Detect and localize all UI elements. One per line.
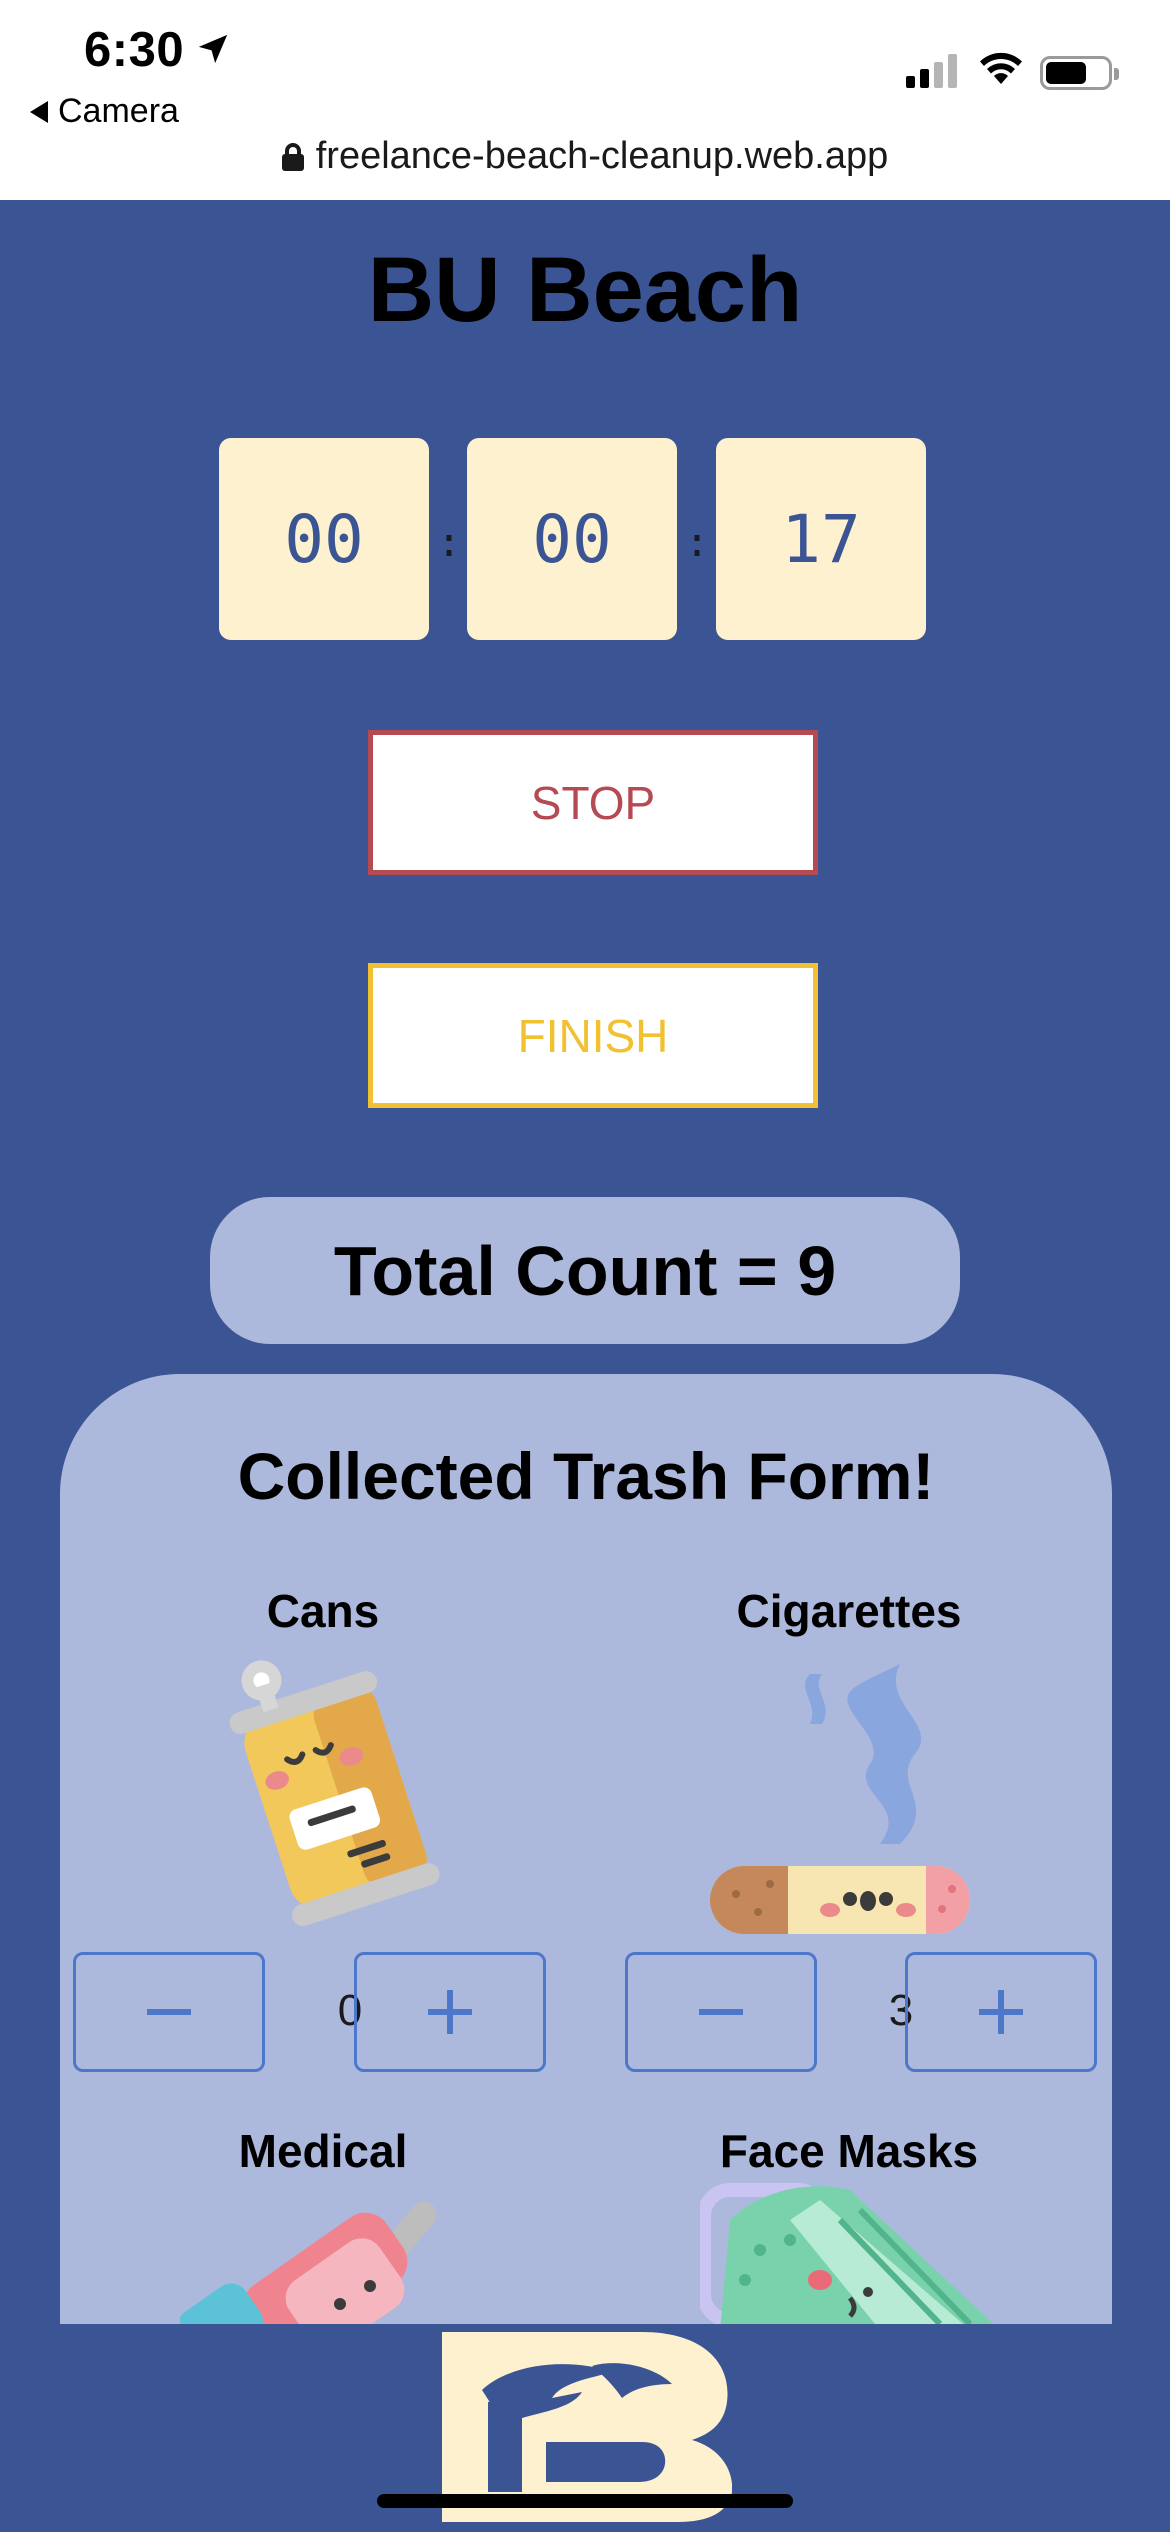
back-app-label: Camera — [58, 92, 179, 130]
cigarettes-increment-button[interactable] — [905, 1952, 1097, 2072]
medical-illustration — [180, 2201, 437, 2324]
back-triangle-icon — [30, 100, 48, 123]
form-title: Collected Trash Form! — [237, 1439, 935, 1513]
home-indicator[interactable] — [377, 2494, 793, 2508]
url-text: freelance-beach-cleanup.web.app — [315, 135, 889, 177]
timer-seconds: 17 — [716, 438, 926, 640]
back-to-app-button[interactable]: Camera — [30, 92, 179, 131]
cigarette-illustration — [710, 1664, 970, 1934]
finish-button[interactable]: FINISH — [368, 963, 818, 1108]
plus-icon — [979, 1990, 1023, 2034]
item-label-medical: Medical — [238, 2125, 408, 2177]
page-title: BU Beach — [367, 239, 803, 341]
item-label-cigarettes: Cigarettes — [736, 1585, 962, 1637]
face-mask-illustration — [700, 2183, 994, 2324]
location-arrow-icon — [198, 34, 228, 64]
item-label-face-masks: Face Masks — [719, 2125, 979, 2177]
can-illustration — [229, 1660, 440, 1927]
cans-decrement-button[interactable] — [73, 1952, 265, 2072]
lock-icon — [281, 142, 304, 171]
signal-icon — [906, 54, 957, 88]
timer-minutes: 00 — [467, 438, 677, 640]
wifi-icon — [980, 52, 1022, 84]
battery-icon — [1040, 56, 1119, 90]
plus-icon — [428, 1990, 472, 2034]
total-count: Total Count = 9 — [210, 1197, 960, 1344]
timer-separator: : — [437, 520, 462, 566]
stop-button[interactable]: STOP — [368, 730, 818, 875]
minus-icon — [147, 2009, 191, 2015]
cigarettes-decrement-button[interactable] — [625, 1952, 817, 2072]
url-bar[interactable]: freelance-beach-cleanup.web.app — [0, 135, 1170, 178]
timer-hours: 00 — [219, 438, 429, 640]
trash-form: Collected Trash Form! Cans 0 Cigarettes — [60, 1374, 1112, 2324]
minus-icon — [699, 2009, 743, 2015]
timer-separator: : — [685, 520, 710, 566]
cans-increment-button[interactable] — [354, 1952, 546, 2072]
item-label-cans: Cans — [266, 1585, 380, 1637]
status-time: 6:30 — [84, 23, 185, 77]
